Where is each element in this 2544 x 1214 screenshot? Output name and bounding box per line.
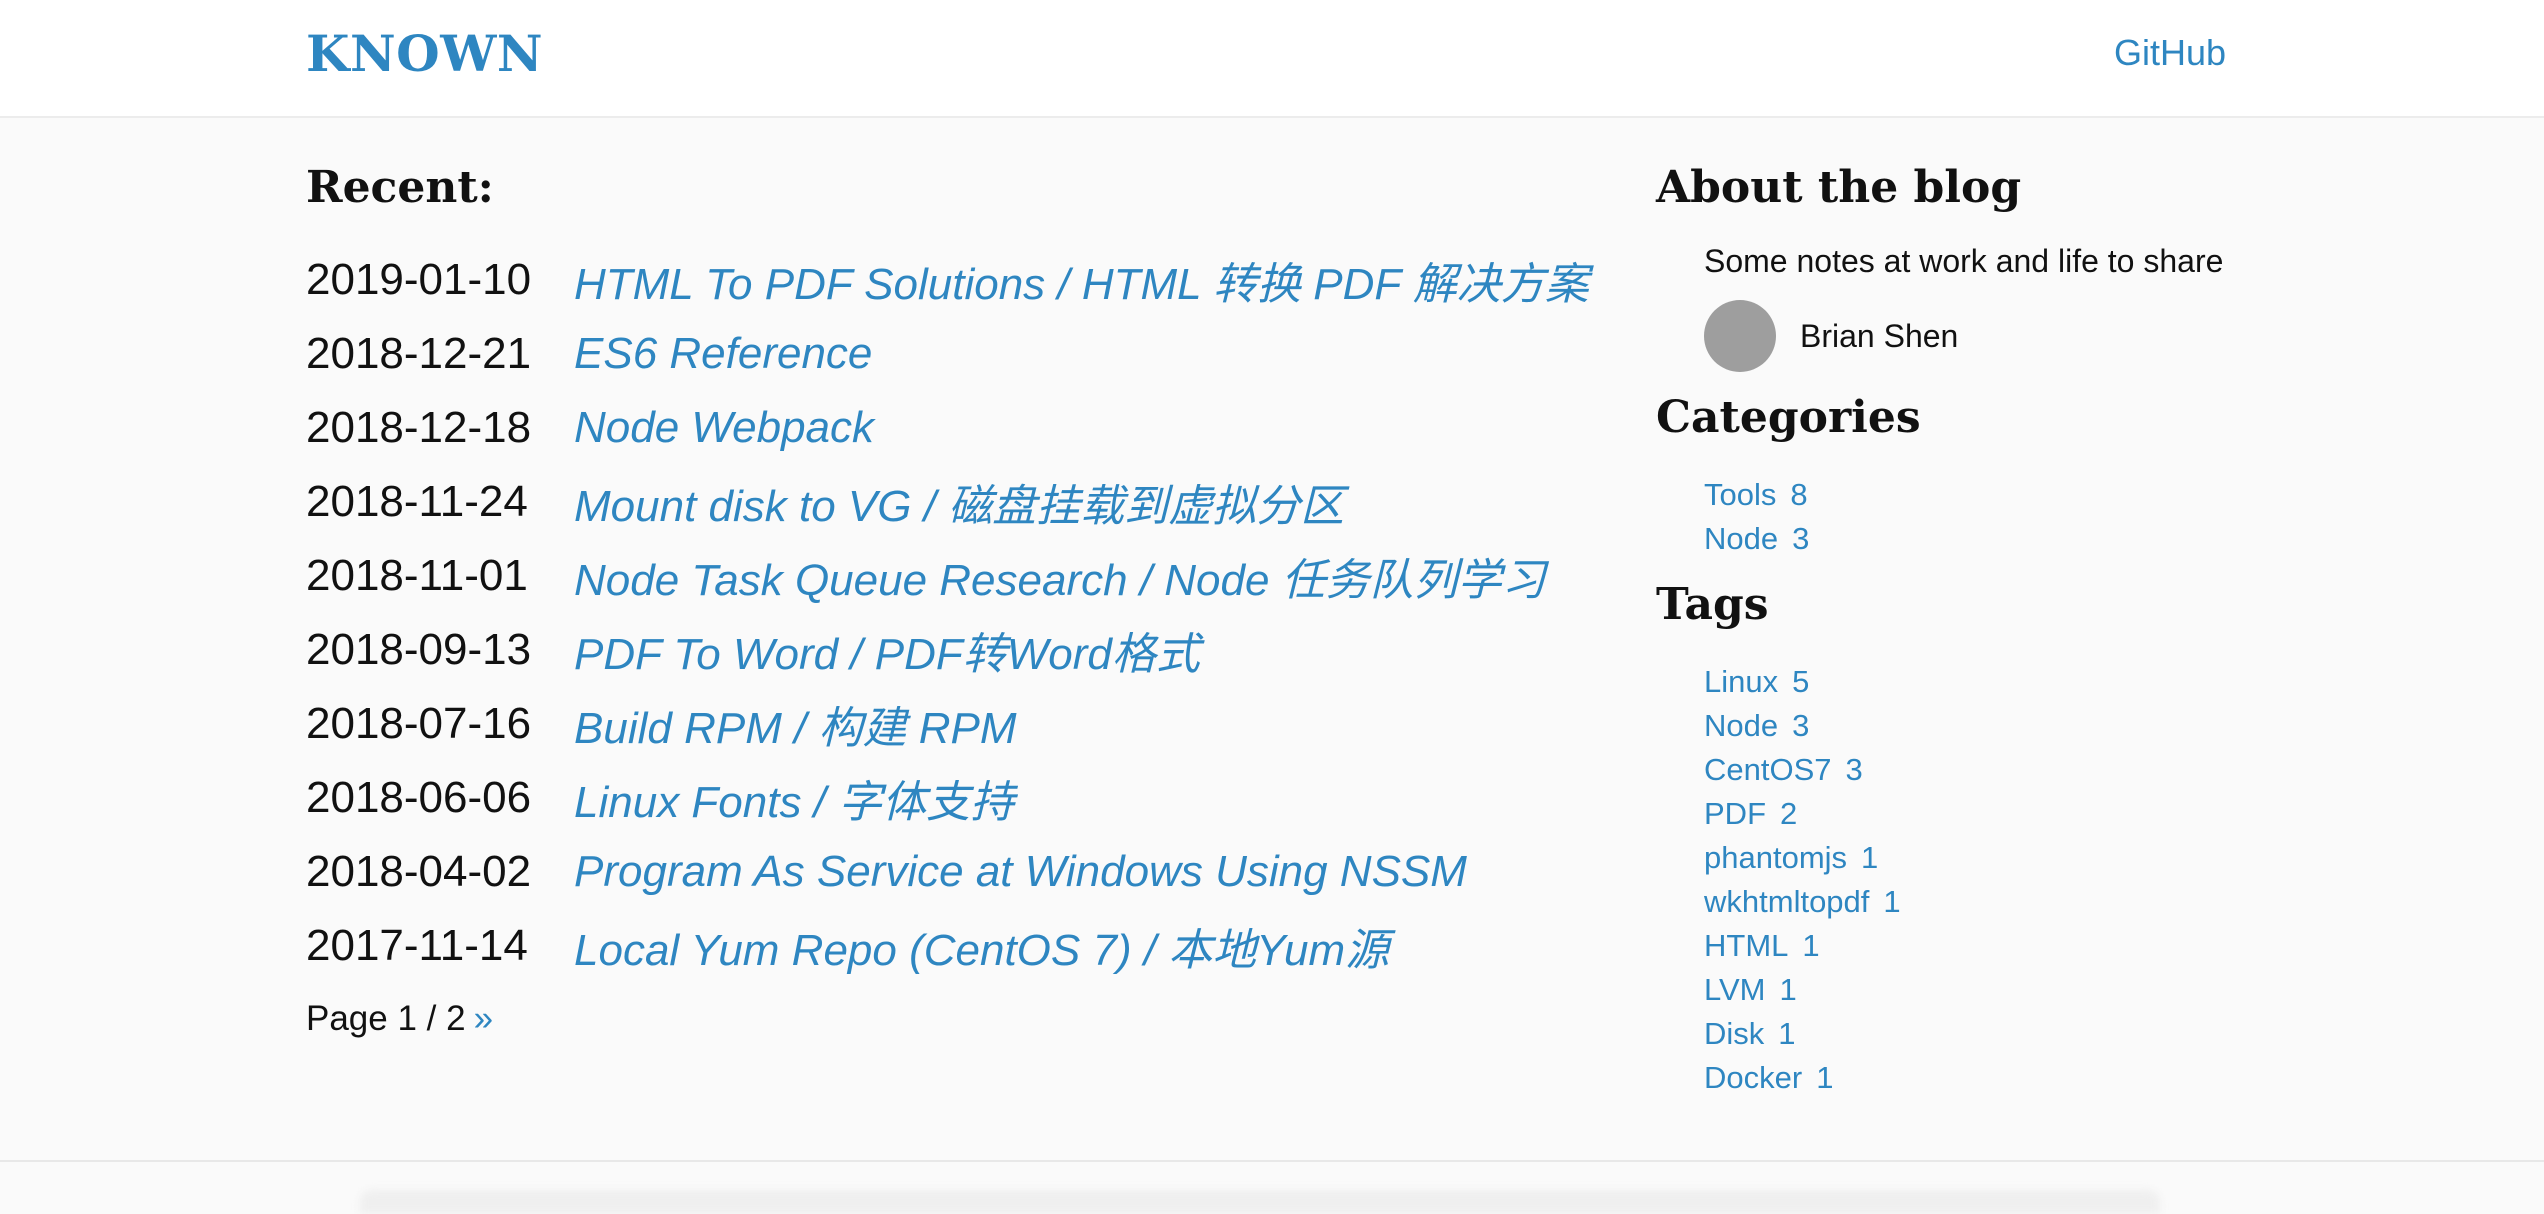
post-date: 2018-12-21 bbox=[306, 329, 532, 378]
top-navbar: KNOWN GitHub bbox=[0, 0, 2544, 118]
tag-item[interactable]: CentOS7 3 bbox=[1704, 748, 2276, 792]
post-row: 2018-09-13 PDF To Word / PDF转Word格式 bbox=[306, 613, 1606, 687]
post-date: 2018-04-02 bbox=[306, 847, 532, 896]
post-date: 2018-11-24 bbox=[306, 477, 528, 526]
footer-shadow bbox=[360, 1190, 2160, 1214]
categories-heading: Categories bbox=[1656, 392, 1921, 443]
tag-count: 3 bbox=[1792, 708, 1810, 743]
post-date: 2018-11-01 bbox=[306, 551, 528, 600]
tag-link[interactable]: Disk bbox=[1704, 1016, 1764, 1051]
tag-item[interactable]: Disk 1 bbox=[1704, 1012, 2276, 1056]
post-title-link[interactable]: Node Webpack bbox=[574, 403, 874, 453]
tag-item[interactable]: Linux 5 bbox=[1704, 660, 2276, 704]
tag-link[interactable]: Node bbox=[1704, 708, 1778, 743]
tag-item[interactable]: wkhtmltopdf 1 bbox=[1704, 880, 2276, 924]
author-name: Brian Shen bbox=[1800, 317, 1959, 354]
page-indicator: Page 1 / 2 bbox=[306, 999, 466, 1038]
tag-item[interactable]: LVM 1 bbox=[1704, 968, 2276, 1012]
tag-item[interactable]: HTML 1 bbox=[1704, 924, 2276, 968]
post-list: 2019-01-10 HTML To PDF Solutions / HTML … bbox=[306, 243, 1606, 983]
post-title-link[interactable]: Linux Fonts / 字体支持 bbox=[574, 766, 1014, 830]
tag-count: 1 bbox=[1883, 884, 1901, 919]
category-item[interactable]: Tools 8 bbox=[1704, 473, 2276, 517]
about-section: Some notes at work and life to share Bri… bbox=[1656, 243, 2276, 372]
tag-count: 2 bbox=[1780, 796, 1798, 831]
tag-link[interactable]: Linux bbox=[1704, 664, 1778, 699]
category-count: 8 bbox=[1790, 477, 1808, 512]
post-date: 2018-06-06 bbox=[306, 773, 532, 822]
tag-count: 1 bbox=[1861, 840, 1879, 875]
post-date: 2017-11-14 bbox=[306, 921, 528, 970]
tag-link[interactable]: Docker bbox=[1704, 1060, 1802, 1095]
post-title-link[interactable]: ES6 Reference bbox=[574, 329, 872, 379]
post-date: 2018-09-13 bbox=[306, 625, 532, 674]
tag-link[interactable]: PDF bbox=[1704, 796, 1766, 831]
author-avatar bbox=[1704, 300, 1776, 372]
tag-link[interactable]: HTML bbox=[1704, 928, 1788, 963]
category-item[interactable]: Node 3 bbox=[1704, 517, 2276, 561]
about-description: Some notes at work and life to share bbox=[1704, 243, 2224, 279]
tag-list: Linux 5 Node 3 CentOS7 3 PDF 2 phantomjs 1 wk… bbox=[1656, 660, 2276, 1100]
post-row: 2018-06-06 Linux Fonts / 字体支持 bbox=[306, 761, 1606, 835]
recent-posts-section: Recent: 2019-01-10 HTML To PDF Solutions… bbox=[306, 162, 1606, 1039]
github-nav-link[interactable]: GitHub bbox=[2114, 32, 2226, 74]
tag-count: 3 bbox=[1845, 752, 1863, 787]
post-title-link[interactable]: Program As Service at Windows Using NSSM bbox=[574, 847, 1467, 897]
tag-count: 1 bbox=[1778, 1016, 1796, 1051]
tag-count: 5 bbox=[1792, 664, 1810, 699]
post-title-link[interactable]: HTML To PDF Solutions / HTML 转换 PDF 解决方案 bbox=[574, 248, 1589, 312]
post-title-link[interactable]: Mount disk to VG / 磁盘挂载到虚拟分区 bbox=[574, 470, 1344, 534]
tag-link[interactable]: wkhtmltopdf bbox=[1704, 884, 1869, 919]
post-date: 2018-12-18 bbox=[306, 403, 532, 452]
tag-link[interactable]: CentOS7 bbox=[1704, 752, 1832, 787]
tag-item[interactable]: Docker 1 bbox=[1704, 1056, 2276, 1100]
next-page-link[interactable]: » bbox=[474, 999, 493, 1038]
about-heading: About the blog bbox=[1656, 162, 2022, 213]
category-link[interactable]: Node bbox=[1704, 521, 1778, 556]
post-row: 2018-11-01 Node Task Queue Research / No… bbox=[306, 539, 1606, 613]
tag-count: 1 bbox=[1816, 1060, 1834, 1095]
sidebar: About the blog Some notes at work and li… bbox=[1656, 162, 2276, 1100]
tags-heading: Tags bbox=[1656, 579, 1769, 630]
tag-count: 1 bbox=[1802, 928, 1820, 963]
post-row: 2018-07-16 Build RPM / 构建 RPM bbox=[306, 687, 1606, 761]
tag-link[interactable]: phantomjs bbox=[1704, 840, 1847, 875]
recent-heading: Recent: bbox=[306, 162, 494, 213]
post-title-link[interactable]: Local Yum Repo (CentOS 7) / 本地Yum源 bbox=[574, 914, 1389, 978]
pagination: Page 1 / 2» bbox=[306, 999, 1606, 1039]
category-link[interactable]: Tools bbox=[1704, 477, 1776, 512]
post-title-link[interactable]: Node Task Queue Research / Node 任务队列学习 bbox=[574, 544, 1546, 608]
post-date: 2019-01-10 bbox=[306, 255, 532, 304]
category-count: 3 bbox=[1792, 521, 1810, 556]
post-title-link[interactable]: PDF To Word / PDF转Word格式 bbox=[574, 618, 1200, 682]
post-row: 2019-01-10 HTML To PDF Solutions / HTML … bbox=[306, 243, 1606, 317]
category-list: Tools 8 Node 3 bbox=[1656, 473, 2276, 561]
tag-count: 1 bbox=[1779, 972, 1797, 1007]
post-row: 2018-12-18 Node Webpack bbox=[306, 391, 1606, 465]
post-row: 2017-11-14 Local Yum Repo (CentOS 7) / 本… bbox=[306, 909, 1606, 983]
tag-item[interactable]: Node 3 bbox=[1704, 704, 2276, 748]
author-block: Brian Shen bbox=[1704, 300, 2276, 372]
tag-item[interactable]: PDF 2 bbox=[1704, 792, 2276, 836]
tag-link[interactable]: LVM bbox=[1704, 972, 1765, 1007]
post-row: 2018-12-21 ES6 Reference bbox=[306, 317, 1606, 391]
post-date: 2018-07-16 bbox=[306, 699, 532, 748]
tag-item[interactable]: phantomjs 1 bbox=[1704, 836, 2276, 880]
post-title-link[interactable]: Build RPM / 构建 RPM bbox=[574, 692, 1017, 756]
post-row: 2018-04-02 Program As Service at Windows… bbox=[306, 835, 1606, 909]
post-row: 2018-11-24 Mount disk to VG / 磁盘挂载到虚拟分区 bbox=[306, 465, 1606, 539]
site-brand-link[interactable]: KNOWN bbox=[306, 24, 543, 83]
